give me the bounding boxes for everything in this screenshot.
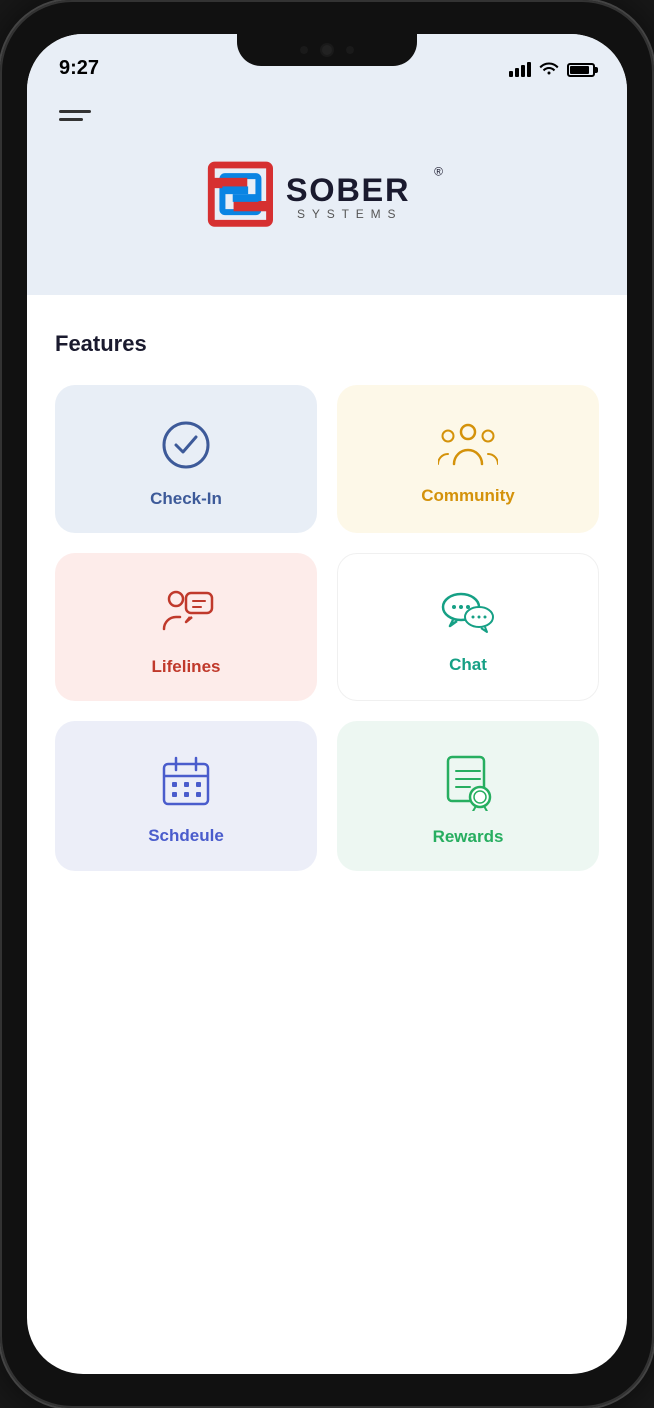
main-content: Features Check-In (27, 295, 627, 907)
chat-icon (439, 587, 497, 639)
chat-label: Chat (449, 655, 487, 675)
features-grid: Check-In (55, 385, 599, 871)
svg-text:®: ® (434, 164, 443, 178)
schedule-label: Schdeule (148, 826, 224, 846)
status-icons (509, 59, 595, 80)
chat-card[interactable]: Chat (337, 553, 599, 701)
community-icon (438, 420, 498, 470)
rewards-icon (442, 753, 494, 811)
front-camera (320, 43, 334, 57)
menu-line-2 (59, 118, 83, 121)
face-id-sensor (346, 46, 354, 54)
phone-frame: 9:27 (0, 0, 654, 1408)
front-sensor (300, 46, 308, 54)
check-in-icon (158, 417, 214, 473)
wifi-icon (539, 59, 559, 80)
notch (237, 34, 417, 66)
community-card[interactable]: Community (337, 385, 599, 533)
lifelines-icon (156, 585, 216, 641)
battery-fill (570, 66, 589, 74)
rewards-card[interactable]: Rewards (337, 721, 599, 871)
svg-text:SOBER: SOBER (286, 172, 410, 208)
schedule-card[interactable]: Schdeule (55, 721, 317, 871)
menu-line-1 (59, 110, 91, 113)
status-bar: 9:27 (27, 34, 627, 90)
battery-icon (567, 63, 595, 77)
lifelines-card[interactable]: Lifelines (55, 553, 317, 701)
lifelines-label: Lifelines (152, 657, 221, 677)
menu-button[interactable] (59, 110, 595, 121)
header-area: SOBER ® SYSTEMS (27, 90, 627, 295)
features-title: Features (55, 331, 599, 357)
check-in-label: Check-In (150, 489, 222, 509)
status-time: 9:27 (59, 57, 99, 80)
community-label: Community (421, 486, 515, 506)
svg-text:SYSTEMS: SYSTEMS (297, 207, 402, 221)
phone-screen: 9:27 (27, 34, 627, 1374)
check-in-card[interactable]: Check-In (55, 385, 317, 533)
signal-icon (509, 62, 531, 77)
app-logo: SOBER ® SYSTEMS (207, 155, 447, 235)
schedule-icon (160, 754, 212, 810)
logo-container: SOBER ® SYSTEMS (59, 145, 595, 255)
rewards-label: Rewards (433, 827, 504, 847)
